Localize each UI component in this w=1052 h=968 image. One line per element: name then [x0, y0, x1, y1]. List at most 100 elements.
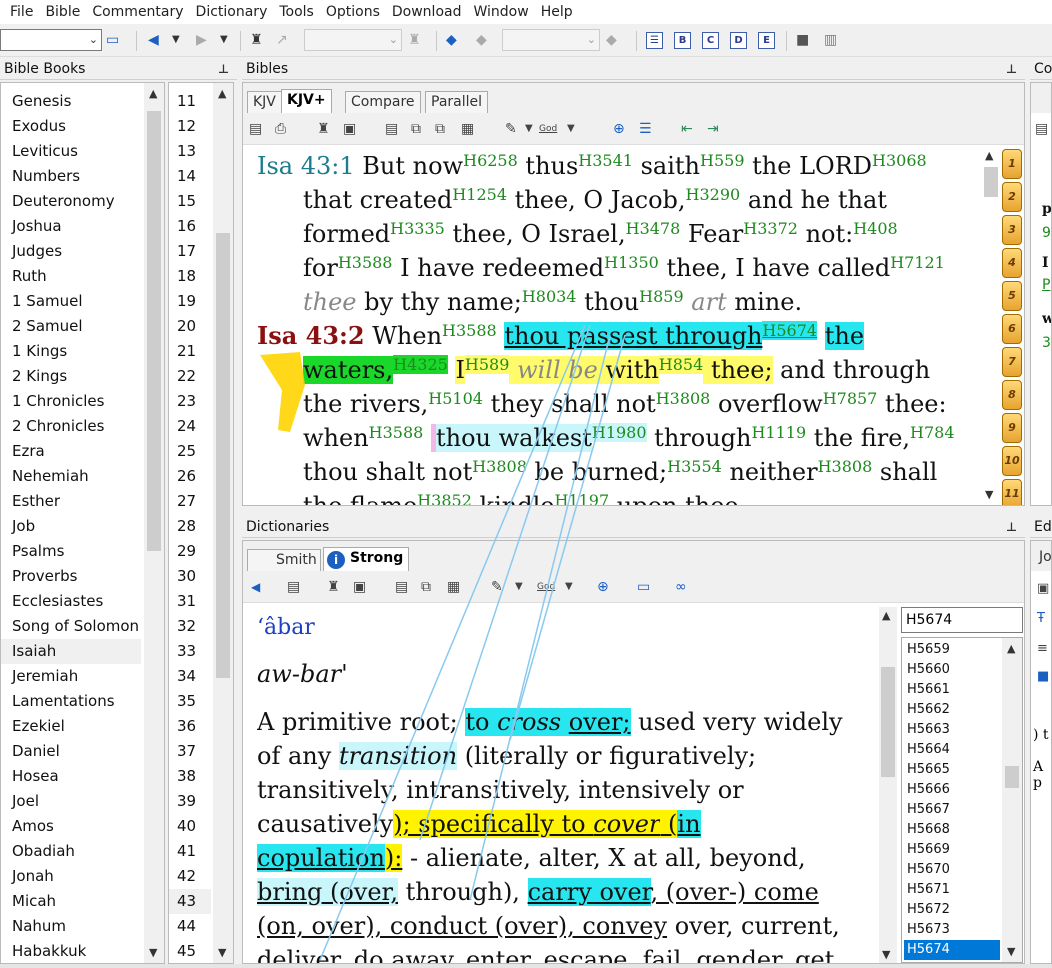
books-list[interactable]: Genesis Exodus Leviticus Numbers Deuteronomy…: [0, 82, 165, 964]
library-icon[interactable]: ▥: [824, 32, 837, 48]
strong-key-item[interactable]: H5661: [904, 680, 1000, 700]
chapter-item[interactable]: 39: [169, 789, 211, 814]
menu-commentary[interactable]: Commentary: [86, 0, 189, 24]
strongs-number[interactable]: H559: [700, 151, 745, 170]
scroll-thumb[interactable]: [147, 111, 161, 551]
book-item[interactable]: Joel: [1, 789, 141, 814]
menu-window[interactable]: Window: [467, 0, 534, 24]
strong-key-item[interactable]: H5663: [904, 720, 1000, 740]
strongs-number[interactable]: H3554: [667, 457, 722, 476]
strongs-number[interactable]: H859: [639, 287, 684, 306]
pin-icon[interactable]: ⊥: [218, 58, 229, 80]
dictionary-scrollbar[interactable]: ▲ ▼: [879, 607, 897, 963]
book-item[interactable]: Numbers: [1, 164, 141, 189]
chapter-item[interactable]: 20: [169, 314, 211, 339]
highlight-dropdown-icon[interactable]: ▼: [515, 579, 523, 595]
strong-key-item[interactable]: H5662: [904, 700, 1000, 720]
scroll-up-icon[interactable]: ▲: [218, 87, 226, 100]
strongs-number[interactable]: H3335: [390, 219, 445, 238]
link-icon[interactable]: ∞: [675, 579, 687, 595]
strongs-number[interactable]: H3478: [626, 219, 681, 238]
chapter-item[interactable]: 14: [169, 164, 211, 189]
save-icon[interactable]: ▣: [1037, 581, 1049, 596]
strongs-number[interactable]: H3808: [818, 457, 873, 476]
scroll-thumb[interactable]: [881, 667, 895, 777]
strongs-number[interactable]: H6258: [463, 151, 518, 170]
verse-number-icon[interactable]: 7: [1002, 347, 1022, 377]
search-window-icon[interactable]: ▣: [343, 121, 356, 137]
chapter-item[interactable]: 41: [169, 839, 211, 864]
chapter-item[interactable]: 11: [169, 89, 211, 114]
forward-dropdown-icon[interactable]: ▼: [220, 32, 228, 48]
copy-verses-icon[interactable]: ▤: [395, 579, 408, 595]
forward-icon[interactable]: ▶: [196, 32, 207, 48]
strong-key-item[interactable]: H5671: [904, 880, 1000, 900]
scroll-down-icon[interactable]: ▼: [985, 488, 993, 501]
book-item[interactable]: 1 Kings: [1, 339, 141, 364]
strongs-number[interactable]: H3068: [872, 151, 927, 170]
search-history-icon[interactable]: ↗: [276, 32, 288, 48]
chapters-list[interactable]: 11 12 13 14 15 16 17 18 19 20 21 22 23 24 25 26 27 28 29 30…: [168, 82, 234, 964]
search-window-icon[interactable]: ▣: [353, 579, 366, 595]
book-icon[interactable]: ▭: [106, 32, 119, 48]
book-item[interactable]: Nehemiah: [1, 464, 141, 489]
book-item[interactable]: Leviticus: [1, 139, 141, 164]
book-item[interactable]: Joshua: [1, 214, 141, 239]
verse-number-icon[interactable]: 8: [1002, 380, 1022, 410]
font-icon[interactable]: Ŧ: [1037, 611, 1045, 626]
verse-ref-isa-43-1[interactable]: Isa 43:1: [257, 152, 355, 180]
print-icon[interactable]: ⎙: [275, 121, 286, 137]
strong-key-item[interactable]: H5665: [904, 760, 1000, 780]
chapter-item[interactable]: 38: [169, 764, 211, 789]
scroll-thumb[interactable]: [984, 167, 998, 197]
chapter-item[interactable]: 12: [169, 114, 211, 139]
menu-bible[interactable]: Bible: [39, 0, 86, 24]
scroll-thumb[interactable]: [1005, 766, 1019, 788]
book-item[interactable]: Ezra: [1, 439, 141, 464]
strong-key-item[interactable]: H5674: [904, 940, 1000, 960]
book-item[interactable]: Proverbs: [1, 564, 141, 589]
chapter-item[interactable]: 35: [169, 689, 211, 714]
book-item[interactable]: Exodus: [1, 114, 141, 139]
strong-key-item[interactable]: H5673: [904, 920, 1000, 940]
disk-icon[interactable]: ■: [1037, 669, 1049, 684]
verse-number-icon[interactable]: 10: [1002, 446, 1022, 476]
book-item[interactable]: Habakkuk: [1, 939, 141, 963]
strongs-number[interactable]: H7121: [890, 253, 945, 272]
dictionary-combo[interactable]: ⌄: [502, 29, 600, 51]
copy-verses-icon[interactable]: ▤: [385, 121, 398, 137]
dictionary-view-icon[interactable]: D: [730, 32, 747, 49]
bible-scrollbar[interactable]: ▲ ▼: [983, 149, 999, 505]
editor-view-icon[interactable]: E: [758, 32, 775, 49]
books-scrollbar[interactable]: ▲ ▼: [144, 83, 164, 963]
strongs-number[interactable]: H1254: [452, 185, 507, 204]
copy-selection-icon[interactable]: ⧉: [411, 121, 421, 137]
strongs-number[interactable]: H8034: [522, 287, 577, 306]
tab-kjv[interactable]: KJV: [247, 91, 282, 113]
verse-ref-isa-43-2[interactable]: Isa 43:2: [257, 321, 365, 350]
search-go-icon[interactable]: ♜: [408, 32, 421, 48]
book-item[interactable]: 1 Chronicles: [1, 389, 141, 414]
highlight-icon[interactable]: ✎: [491, 579, 503, 595]
book-item[interactable]: Ecclesiastes: [1, 589, 141, 614]
copy-icon[interactable]: ▤: [287, 579, 300, 595]
chapter-item[interactable]: 24: [169, 414, 211, 439]
scroll-thumb[interactable]: [216, 233, 230, 678]
scroll-up-icon[interactable]: ▲: [149, 87, 157, 100]
search-icon[interactable]: ♜: [317, 121, 330, 137]
clipboard-icon[interactable]: ▦: [447, 579, 460, 595]
copy-icon[interactable]: ▤: [1035, 121, 1048, 137]
menu-file[interactable]: File: [4, 0, 39, 24]
scroll-down-icon[interactable]: ▼: [882, 948, 890, 961]
verse-number-icon[interactable]: 6: [1002, 314, 1022, 344]
highlight-icon[interactable]: ✎: [505, 121, 517, 137]
tab-parallel[interactable]: Parallel: [425, 91, 489, 113]
layout-icon[interactable]: ☰: [646, 32, 663, 49]
chapter-item[interactable]: 18: [169, 264, 211, 289]
book-item[interactable]: Psalms: [1, 539, 141, 564]
strongs-number[interactable]: H3541: [578, 151, 633, 170]
scroll-up-icon[interactable]: ▲: [1007, 642, 1015, 655]
verse-number-icon[interactable]: 3: [1002, 215, 1022, 245]
search-icon[interactable]: ♜: [250, 32, 263, 48]
copy-selection-icon[interactable]: ⧉: [421, 579, 431, 595]
